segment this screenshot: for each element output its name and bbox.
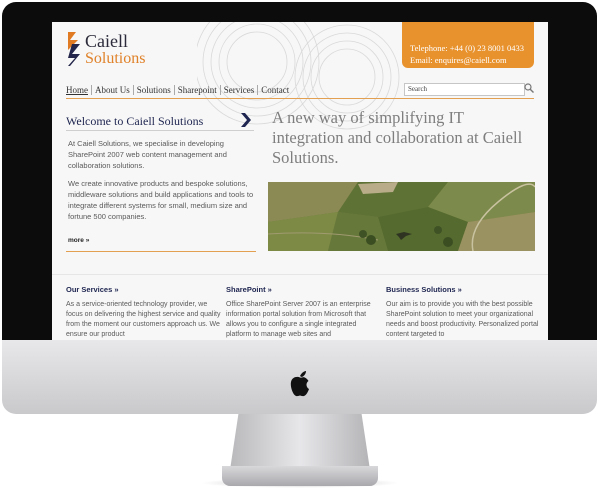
welcome-title: Welcome to Caiell Solutions (66, 114, 204, 128)
browser-screen: Caiell Solutions Telephone: +44 (0) 23 8… (52, 22, 548, 340)
main-nav: Home About Us Solutions Sharepoint Services C… (66, 85, 292, 95)
services-link[interactable]: Our Services » (66, 285, 221, 295)
services-text: As a service-oriented technology provide… (66, 301, 221, 338)
nav-home[interactable]: Home (66, 85, 92, 95)
contact-box: Telephone: +44 (0) 23 8001 0433 Email: e… (402, 22, 534, 68)
nav-services[interactable]: Services (221, 85, 259, 95)
more-link[interactable]: more » (68, 237, 89, 244)
imac-stand (230, 414, 370, 470)
business-solutions-column: Business Solutions » Our aim is to provi… (386, 285, 541, 340)
nav-sharepoint[interactable]: Sharepoint (175, 85, 221, 95)
aerial-landscape-photo (268, 182, 535, 251)
welcome-paragraph-2: We create innovative products and bespok… (68, 179, 254, 221)
search-icon[interactable] (524, 83, 534, 93)
nav-divider (66, 98, 534, 99)
screen-bezel: Caiell Solutions Telephone: +44 (0) 23 8… (2, 2, 597, 342)
business-solutions-link[interactable]: Business Solutions » (386, 285, 541, 295)
search-input[interactable]: Search (404, 83, 525, 96)
welcome-paragraph-1: At Caiell Solutions, we specialise in de… (68, 139, 227, 170)
brand-sub: Solutions (85, 50, 146, 67)
more-divider (66, 251, 256, 252)
nav-contact[interactable]: Contact (258, 85, 292, 95)
services-column: Our Services » As a service-oriented tec… (66, 285, 221, 340)
caiell-logo-icon (68, 32, 80, 66)
hero-tagline: A new way of simplifying IT integration … (272, 108, 523, 167)
brand-name: Caiell (85, 31, 128, 51)
website: Caiell Solutions Telephone: +44 (0) 23 8… (52, 22, 548, 340)
section-divider (52, 274, 548, 275)
chevron-right-icon[interactable] (240, 112, 252, 128)
sharepoint-link[interactable]: SharePoint » (226, 285, 381, 295)
contact-telephone: Telephone: +44 (0) 23 8001 0433 (410, 43, 524, 53)
welcome-divider (66, 130, 254, 131)
sharepoint-text: Office SharePoint Server 2007 is an ente… (226, 301, 371, 338)
nav-solutions[interactable]: Solutions (134, 85, 175, 95)
contact-email[interactable]: Email: enquires@caiell.com (410, 54, 534, 66)
imac-foot (222, 466, 378, 486)
nav-about-us[interactable]: About Us (92, 85, 134, 95)
apple-logo-icon (290, 371, 309, 397)
business-solutions-text: Our aim is to provide you with the best … (386, 301, 539, 338)
imac-mockup: Caiell Solutions Telephone: +44 (0) 23 8… (0, 0, 599, 491)
sharepoint-column: SharePoint » Office SharePoint Server 20… (226, 285, 381, 340)
